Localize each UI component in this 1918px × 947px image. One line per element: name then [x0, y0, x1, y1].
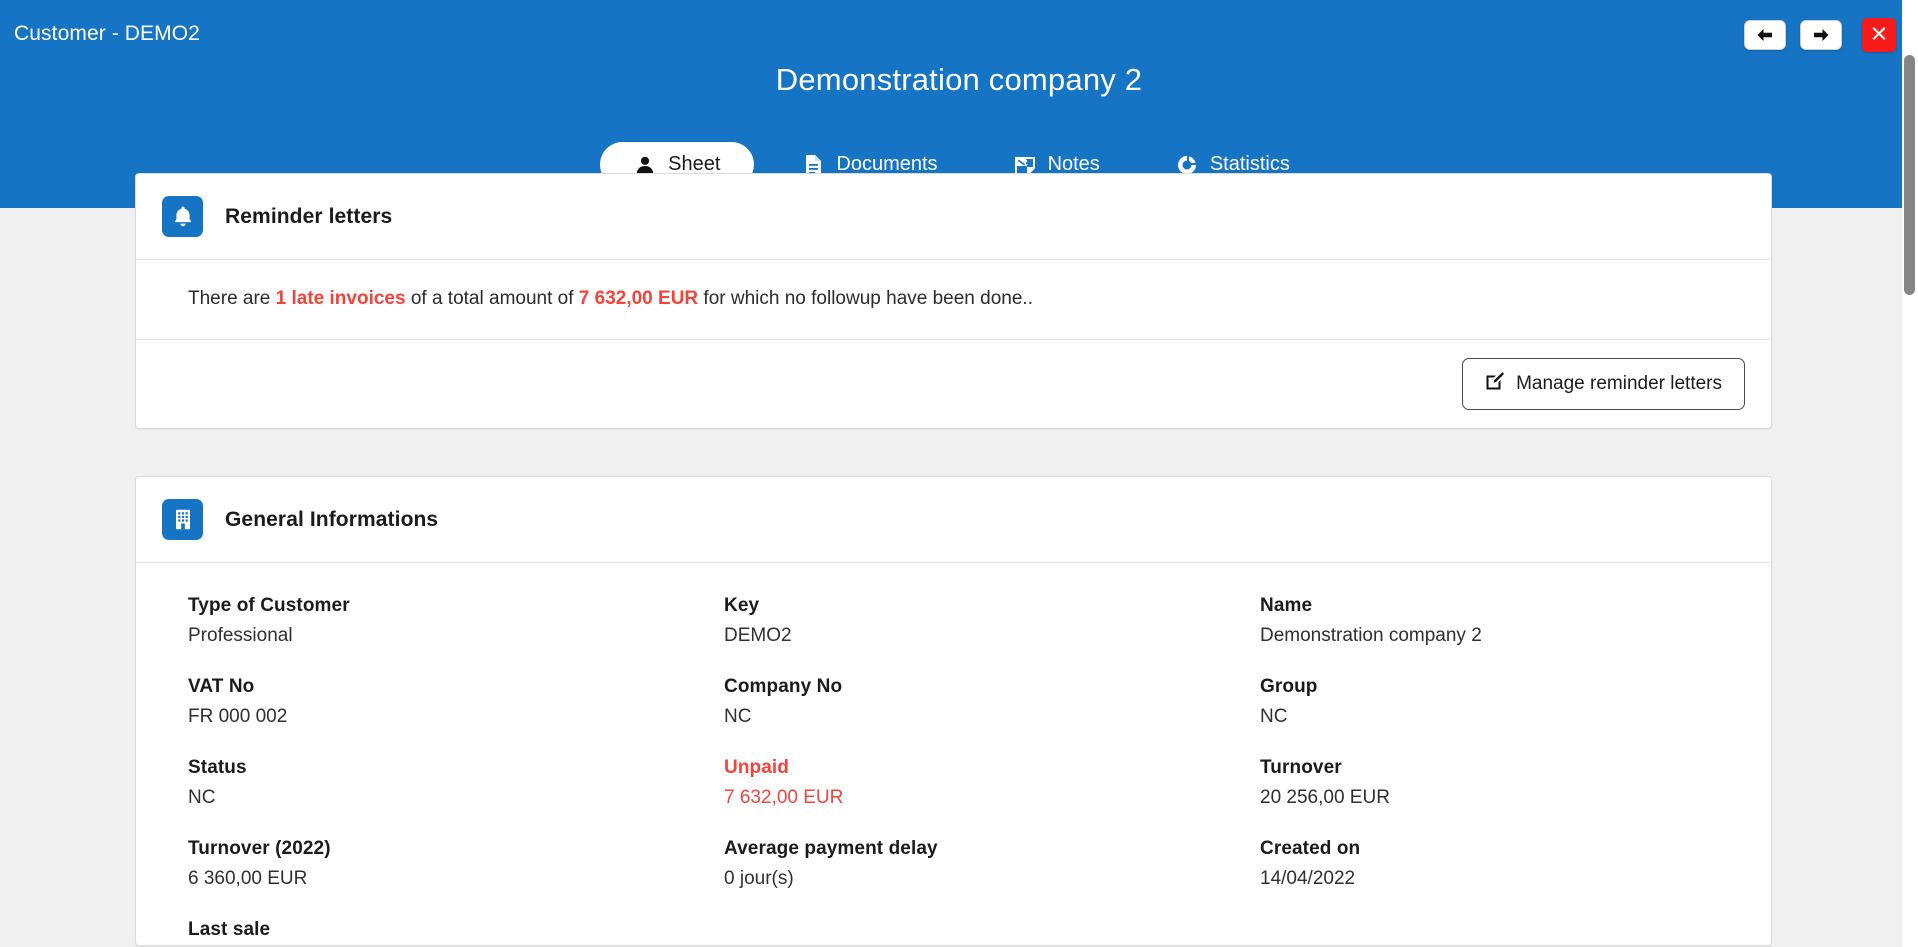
field-value: FR 000 002	[188, 706, 288, 727]
back-button[interactable]	[1744, 20, 1786, 50]
field-status: Status NC	[188, 757, 724, 809]
vertical-scrollbar[interactable]	[1902, 0, 1918, 947]
field-average-payment-delay: Average payment delay 0 jour(s)	[724, 838, 1260, 890]
field-turnover: Turnover 20 256,00 EUR	[1260, 757, 1744, 809]
field-label: Turnover (2022)	[188, 838, 331, 859]
field-label: Status	[188, 757, 247, 778]
field-value: NC	[188, 787, 216, 808]
edit-pencil-square-icon	[1485, 371, 1505, 397]
late-invoices-amount: 7 632,00 EUR	[578, 288, 699, 309]
field-label: Average payment delay	[724, 838, 938, 859]
field-company-no: Company No NC	[724, 676, 1260, 728]
field-label: Unpaid	[724, 757, 789, 778]
arrow-left-icon	[1755, 27, 1775, 43]
field-label: Created on	[1260, 838, 1361, 859]
field-label: Name	[1260, 595, 1313, 616]
arrow-right-icon	[1811, 27, 1831, 43]
field-value: 0 jour(s)	[724, 868, 794, 889]
window-controls	[1744, 18, 1896, 52]
late-invoices-count: 1 late invoices	[275, 288, 406, 309]
field-vat-no: VAT No FR 000 002	[188, 676, 724, 728]
reminder-card-footer: Manage reminder letters	[136, 340, 1771, 428]
field-turnover-year: Turnover (2022) 6 360,00 EUR	[188, 838, 724, 890]
field-label: Last sale	[188, 919, 271, 940]
content-area: Reminder letters There are 1 late invoic…	[0, 173, 1902, 947]
reminder-card-title: Reminder letters	[225, 204, 393, 228]
building-icon	[162, 499, 203, 540]
field-type-of-customer: Type of Customer Professional	[188, 595, 724, 647]
window-title: Customer - DEMO2	[14, 22, 200, 45]
general-informations-card: General Informations Type of Customer Pr…	[135, 476, 1772, 946]
manage-reminder-letters-button[interactable]: Manage reminder letters	[1462, 357, 1745, 410]
forward-button[interactable]	[1800, 20, 1842, 50]
message-part-2: of a total amount of	[405, 288, 579, 309]
field-key: Key DEMO2	[724, 595, 1260, 647]
field-label: Group	[1260, 676, 1318, 697]
field-value: Demonstration company 2	[1260, 625, 1482, 646]
page-title: Demonstration company 2	[775, 62, 1143, 97]
field-label: Key	[724, 595, 760, 616]
general-info-grid: Type of Customer Professional Key DEMO2 …	[136, 563, 1771, 947]
customer-sheet-window: Customer - DEMO2 Demonstration company 2…	[0, 0, 1918, 947]
field-label: Turnover	[1260, 757, 1342, 778]
field-value: 14/04/2022	[1260, 868, 1356, 889]
field-label: VAT No	[188, 676, 255, 697]
field-name: Name Demonstration company 2	[1260, 595, 1744, 647]
field-unpaid: Unpaid 7 632,00 EUR	[724, 757, 1260, 809]
manage-reminder-letters-label: Manage reminder letters	[1516, 372, 1722, 394]
general-card-title: General Informations	[225, 507, 439, 531]
field-last-sale: Last sale 14/03/2022	[188, 919, 724, 947]
field-group: Group NC	[1260, 676, 1744, 728]
reminder-card-header: Reminder letters	[136, 174, 1771, 260]
field-label: Company No	[724, 676, 843, 697]
scrollbar-thumb[interactable]	[1904, 55, 1915, 295]
field-value: NC	[724, 706, 752, 727]
bell-icon	[162, 196, 203, 237]
message-part-3: for which no followup have been done..	[698, 288, 1033, 309]
field-label: Type of Customer	[188, 595, 350, 616]
general-card-header: General Informations	[136, 477, 1771, 563]
close-x-icon	[1870, 24, 1888, 47]
field-value: NC	[1260, 706, 1288, 727]
field-empty-2	[1260, 919, 1744, 947]
field-value: 7 632,00 EUR	[724, 787, 844, 808]
field-created-on: Created on 14/04/2022	[1260, 838, 1744, 890]
close-button[interactable]	[1862, 18, 1896, 52]
field-empty-1	[724, 919, 1260, 947]
message-part-1: There are	[188, 288, 276, 309]
field-value: 6 360,00 EUR	[188, 868, 308, 889]
field-value: DEMO2	[724, 625, 792, 646]
reminder-letters-card: Reminder letters There are 1 late invoic…	[135, 173, 1772, 429]
field-value: 20 256,00 EUR	[1260, 787, 1390, 808]
field-value: Professional	[188, 625, 293, 646]
reminder-message: There are 1 late invoices of a total amo…	[136, 260, 1771, 340]
